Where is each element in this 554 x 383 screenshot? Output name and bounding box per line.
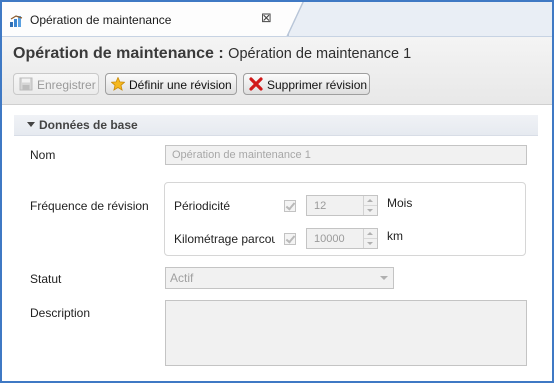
mileage-value: 10000: [314, 233, 345, 245]
description-field[interactable]: [165, 300, 527, 366]
editor-window: Opération de maintenance ⊠ Opération de …: [0, 0, 554, 383]
periodicity-stepper[interactable]: 12: [306, 195, 378, 216]
tab-bar: Opération de maintenance ⊠: [2, 2, 552, 37]
chevron-down-icon[interactable]: [380, 276, 388, 280]
page-title-object: Opération de maintenance 1: [228, 46, 412, 62]
spin-up-icon[interactable]: [364, 229, 377, 239]
save-icon: [19, 77, 33, 91]
chevron-down-icon[interactable]: [27, 122, 35, 127]
save-button[interactable]: Enregistrer: [13, 73, 99, 95]
define-revision-label: Définir une révision: [129, 78, 232, 92]
periodicity-checkbox[interactable]: [284, 200, 296, 212]
spin-up-icon[interactable]: [364, 196, 377, 206]
page-title-main: Opération de maintenance :: [13, 45, 224, 62]
periodicity-unit: Mois: [387, 196, 413, 210]
define-revision-button[interactable]: Définir une révision: [105, 73, 237, 95]
status-label: Statut: [30, 272, 62, 286]
delete-revision-button[interactable]: Supprimer révision: [243, 73, 370, 95]
delete-revision-label: Supprimer révision: [267, 78, 368, 92]
name-field-value: Opération de maintenance 1: [172, 149, 311, 161]
periodicity-label: Périodicité: [174, 199, 231, 213]
tab-edge: [283, 2, 307, 36]
delete-x-icon: [249, 77, 263, 91]
spin-down-icon[interactable]: [364, 239, 377, 248]
name-label: Nom: [30, 148, 56, 162]
close-icon[interactable]: ⊠: [261, 12, 272, 25]
status-value: Actif: [170, 271, 194, 285]
frequency-label: Fréquence de révision: [30, 199, 149, 213]
status-select[interactable]: Actif: [165, 267, 394, 289]
description-label: Description: [30, 306, 91, 320]
mileage-stepper[interactable]: 10000: [306, 228, 378, 249]
periodicity-value: 12: [314, 200, 327, 212]
star-icon: [111, 77, 125, 91]
editor-header: Opération de maintenance : Opération de …: [2, 37, 552, 105]
spin-down-icon[interactable]: [364, 206, 377, 215]
page-title: Opération de maintenance : Opération de …: [13, 45, 411, 63]
tab-maintenance-operation[interactable]: Opération de maintenance ⊠: [2, 2, 289, 36]
frequency-panel: Périodicité 12 Mois Kilométrage parcou 1…: [164, 182, 526, 256]
mileage-label: Kilométrage parcou: [174, 232, 275, 246]
tab-title: Opération de maintenance: [30, 13, 172, 27]
save-button-label: Enregistrer: [37, 78, 96, 92]
periodicity-spin-buttons[interactable]: [363, 196, 377, 215]
mileage-checkbox[interactable]: [284, 233, 296, 245]
name-field[interactable]: Opération de maintenance 1: [165, 145, 527, 165]
mileage-unit: km: [387, 229, 403, 243]
section-title: Données de base: [39, 118, 138, 132]
maintenance-icon: [10, 15, 23, 27]
section-header[interactable]: Données de base: [14, 115, 538, 136]
mileage-spin-buttons[interactable]: [363, 229, 377, 248]
